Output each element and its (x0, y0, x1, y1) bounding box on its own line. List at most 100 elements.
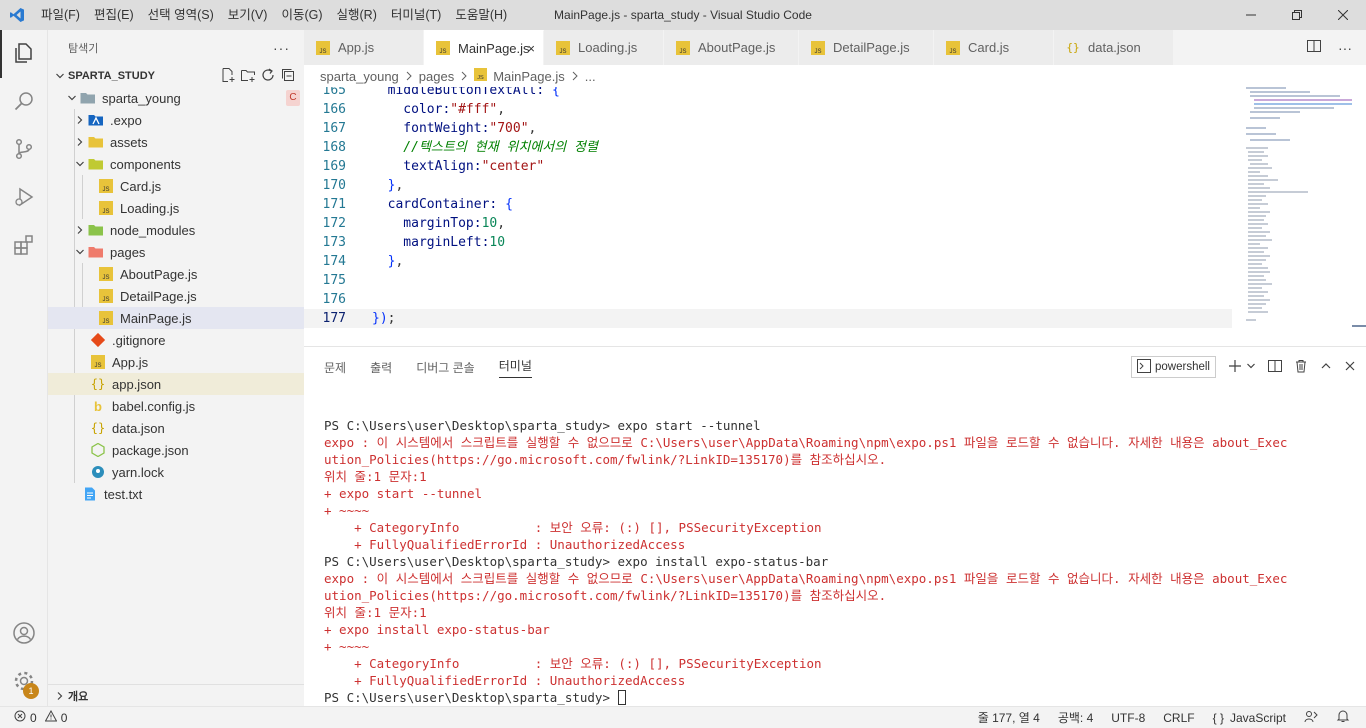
tab-mainpage-js[interactable]: JS MainPage.js × (424, 30, 544, 65)
code-line[interactable]: 175 (304, 271, 1232, 290)
extensions-icon (12, 233, 36, 260)
tree-file-yarn-lock[interactable]: yarn.lock (48, 461, 304, 483)
new-file-icon[interactable] (220, 67, 236, 86)
menu-view[interactable]: 보기(V) (221, 0, 275, 30)
chevron-down-icon[interactable] (1246, 360, 1256, 374)
tab-card-js[interactable]: JS Card.js (934, 30, 1054, 65)
tab-aboutpage-js[interactable]: JS AboutPage.js (664, 30, 799, 65)
close-panel-icon[interactable] (1344, 360, 1356, 375)
tab-debug-console[interactable]: 디버그 콘솔 (416, 359, 475, 376)
tree-file-data-json[interactable]: {} data.json (48, 417, 304, 439)
tree-file-aboutpage-js[interactable]: JS AboutPage.js (48, 263, 304, 285)
tree-folder-sparta-young[interactable]: sparta_young C (48, 87, 304, 109)
code-line[interactable]: 165 middleButtonTextAll: { (304, 87, 1232, 100)
indentation[interactable]: 공백: 4 (1058, 709, 1093, 726)
new-terminal-icon[interactable] (1228, 359, 1242, 376)
menu-run[interactable]: 실행(R) (330, 0, 384, 30)
tab-loading-js[interactable]: JS Loading.js (544, 30, 664, 65)
run-debug-activity[interactable] (0, 174, 48, 222)
tree-file-test-txt[interactable]: test.txt (48, 483, 304, 505)
tab-output[interactable]: 출력 (370, 359, 392, 376)
terminal-output[interactable]: PS C:\Users\user\Desktop\sparta_study> e… (324, 417, 1354, 706)
source-control-activity[interactable] (0, 126, 48, 174)
tree-file-mainpage-js[interactable]: JS MainPage.js (48, 307, 304, 329)
code-line[interactable]: 166 color:"#fff", (304, 100, 1232, 119)
code-line[interactable]: 172 marginTop:10, (304, 214, 1232, 233)
code-line[interactable]: 176 (304, 290, 1232, 309)
code-line[interactable]: 168 //텍스트의 현재 위치에서의 정렬 (304, 138, 1232, 157)
editor-scrollbar[interactable] (1352, 87, 1366, 346)
manage-activity[interactable]: 1 (0, 658, 48, 706)
code-line[interactable]: 167 fontWeight:"700", (304, 119, 1232, 138)
restore-button[interactable] (1274, 0, 1320, 30)
breadcrumb-item[interactable]: MainPage.js (493, 69, 565, 84)
tree-file-app-json[interactable]: {} app.json (48, 373, 304, 395)
code-line[interactable]: 171 cardContainer: { (304, 195, 1232, 214)
tree-file-app-js[interactable]: JS App.js (48, 351, 304, 373)
notifications-icon[interactable] (1336, 709, 1350, 726)
tab-data-json[interactable]: {} data.json (1054, 30, 1174, 65)
minimap[interactable] (1244, 87, 1352, 332)
tree-folder-pages[interactable]: pages (48, 241, 304, 263)
tree-file-loading-js[interactable]: JS Loading.js (48, 197, 304, 219)
tab-app-js[interactable]: JS App.js (304, 30, 424, 65)
terminal-shell-select[interactable]: powershell (1131, 356, 1216, 378)
more-actions-icon[interactable]: ··· (273, 40, 290, 56)
tree-folder-assets[interactable]: assets (48, 131, 304, 153)
menu-go[interactable]: 이동(G) (274, 0, 329, 30)
new-folder-icon[interactable] (240, 67, 256, 86)
tree-file-babel-config-js[interactable]: b babel.config.js (48, 395, 304, 417)
code-line[interactable]: 177}); (304, 309, 1232, 328)
code-line[interactable]: 173 marginLeft:10 (304, 233, 1232, 252)
breadcrumb-item[interactable]: sparta_young (320, 69, 399, 84)
tree-file-detailpage-js[interactable]: JS DetailPage.js (48, 285, 304, 307)
chevron-up-icon[interactable] (1320, 360, 1332, 375)
warning-icon (44, 709, 58, 725)
end-of-line[interactable]: CRLF (1163, 711, 1194, 725)
refresh-icon[interactable] (260, 67, 276, 86)
language-mode[interactable]: { } JavaScript (1213, 711, 1286, 725)
breadcrumb-item[interactable]: pages (419, 69, 454, 84)
extensions-activity[interactable] (0, 222, 48, 270)
menu-edit[interactable]: 편집(E) (87, 0, 141, 30)
workspace-section[interactable]: SPARTA_STUDY (48, 65, 304, 87)
accounts-activity[interactable] (0, 610, 48, 658)
explorer-activity[interactable] (0, 30, 48, 78)
file-encoding[interactable]: UTF-8 (1111, 711, 1145, 725)
menu-file[interactable]: 파일(F) (34, 0, 87, 30)
terminal-panel: 문제 출력 디버그 콘솔 터미널 powershell PS C:\Users\… (304, 346, 1366, 706)
tree-file-package-json[interactable]: package.json (48, 439, 304, 461)
code-line[interactable]: 174 }, (304, 252, 1232, 271)
tree-folder-node-modules[interactable]: node_modules (48, 219, 304, 241)
trash-icon[interactable] (1294, 359, 1308, 376)
minimize-button[interactable] (1228, 0, 1274, 30)
vscode-logo-icon[interactable] (0, 0, 34, 30)
search-activity[interactable] (0, 78, 48, 126)
tree-folder-components[interactable]: components (48, 153, 304, 175)
close-window-button[interactable] (1320, 0, 1366, 30)
split-editor-icon[interactable] (1306, 38, 1322, 57)
tree-folder-expo[interactable]: .expo (48, 109, 304, 131)
tab-problems[interactable]: 문제 (324, 359, 346, 376)
code-line[interactable]: 170 }, (304, 176, 1232, 195)
live-share-icon[interactable] (1304, 709, 1318, 726)
terminal-line: ution_Policies(https://go.microsoft.com/… (324, 588, 887, 603)
code-line[interactable]: 169 textAlign:"center" (304, 157, 1232, 176)
tab-detailpage-js[interactable]: JS DetailPage.js (799, 30, 934, 65)
close-tab-icon[interactable]: × (527, 41, 535, 56)
more-actions-icon[interactable]: ··· (1338, 40, 1352, 56)
outline-section[interactable]: 개요 (48, 684, 304, 706)
split-terminal-icon[interactable] (1268, 359, 1282, 376)
collapse-all-icon[interactable] (280, 67, 296, 86)
breadcrumb-item[interactable]: ... (585, 69, 596, 84)
menu-terminal[interactable]: 터미널(T) (384, 0, 448, 30)
tab-terminal[interactable]: 터미널 (498, 357, 532, 378)
menu-selection[interactable]: 선택 영역(S) (141, 0, 221, 30)
terminal-prompt-line[interactable]: PS C:\Users\user\Desktop\sparta_study> (324, 689, 1354, 706)
tree-file-gitignore[interactable]: .gitignore (48, 329, 304, 351)
tree-file-card-js[interactable]: JS Card.js (48, 175, 304, 197)
problems-indicator[interactable]: 0 0 (0, 709, 67, 725)
cursor-position[interactable]: 줄 177, 열 4 (978, 709, 1040, 726)
code-editor[interactable]: 165 middleButtonTextAll: {166 color:"#ff… (304, 87, 1366, 346)
menu-help[interactable]: 도움말(H) (448, 0, 514, 30)
